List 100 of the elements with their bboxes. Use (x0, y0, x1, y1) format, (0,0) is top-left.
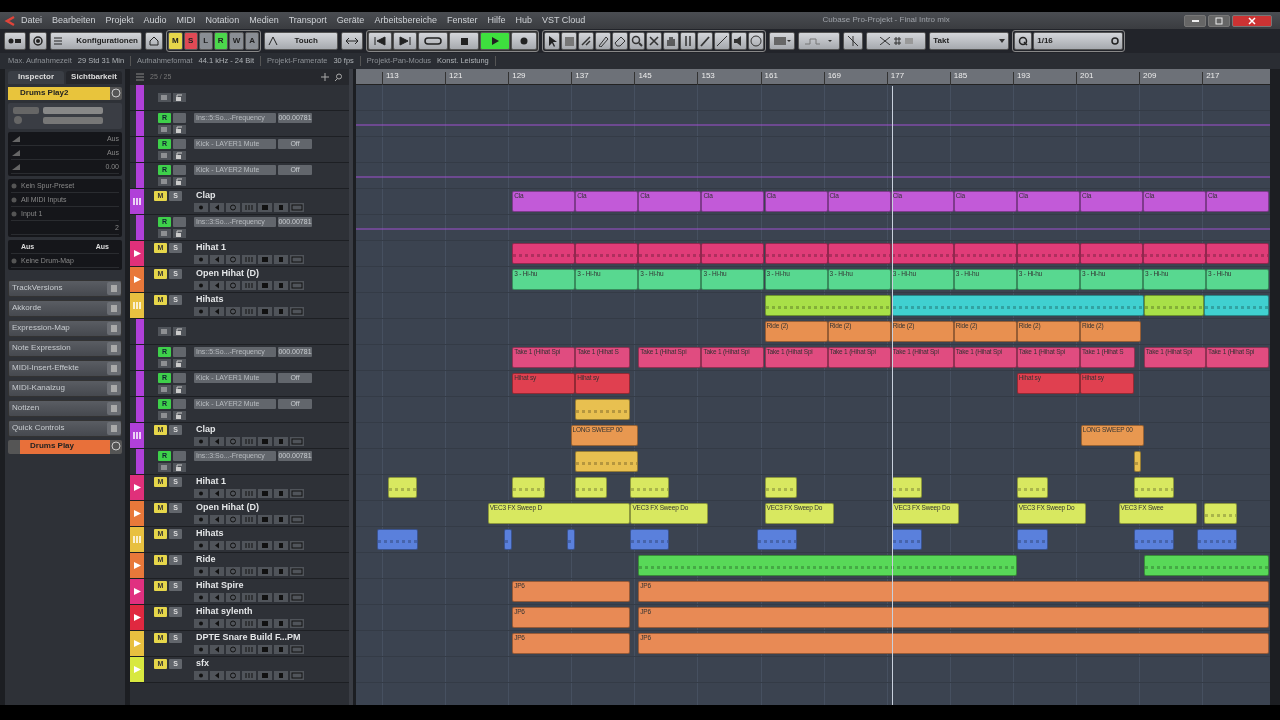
keyboard-icon[interactable] (242, 515, 256, 524)
record-enable-icon[interactable] (194, 541, 208, 550)
write-icon[interactable] (274, 593, 288, 602)
record-button[interactable] (511, 32, 538, 50)
edit-icon[interactable] (110, 88, 122, 99)
read-icon[interactable] (258, 515, 272, 524)
write-icon[interactable] (274, 619, 288, 628)
grid-button[interactable] (866, 32, 927, 50)
write-icon[interactable] (274, 645, 288, 654)
lanes-icon[interactable] (158, 359, 171, 368)
read-icon[interactable] (258, 307, 272, 316)
workspace-button[interactable] (145, 32, 163, 50)
menu-item[interactable]: Audio (138, 15, 172, 26)
write-icon[interactable] (274, 567, 288, 576)
snap-type-dropdown[interactable]: Takt (929, 32, 1010, 50)
keyboard-icon[interactable] (242, 489, 256, 498)
lanes-icon[interactable] (290, 437, 304, 446)
edit-icon[interactable] (110, 439, 122, 452)
lock-icon[interactable] (173, 359, 186, 368)
record-enable-icon[interactable] (194, 437, 208, 446)
cycle-button[interactable] (418, 32, 449, 50)
read-icon[interactable] (258, 671, 272, 680)
monitor-icon[interactable] (210, 255, 224, 264)
record-enable-icon[interactable] (194, 567, 208, 576)
lanes-icon[interactable] (290, 593, 304, 602)
stop-button[interactable] (449, 32, 480, 50)
color-button[interactable] (769, 32, 796, 50)
monitor-icon[interactable] (210, 281, 224, 290)
record-enable-icon[interactable] (194, 515, 208, 524)
lanes-icon[interactable] (290, 567, 304, 576)
monitor-icon[interactable] (210, 437, 224, 446)
eraser-tool-button[interactable] (612, 32, 629, 50)
monitor-icon[interactable] (210, 645, 224, 654)
menu-icon[interactable] (136, 73, 144, 81)
editor-button[interactable] (341, 32, 364, 50)
record-enable-icon[interactable] (194, 255, 208, 264)
lock-icon[interactable] (173, 229, 186, 238)
menu-item[interactable]: Transport (283, 15, 332, 26)
mode-button[interactable]: A (245, 32, 260, 50)
mode-button[interactable]: M (168, 32, 183, 50)
lock-icon[interactable] (173, 177, 186, 186)
lock-icon[interactable] (173, 125, 186, 134)
keyboard-icon[interactable] (242, 203, 256, 212)
menu-item[interactable]: Hub (510, 15, 537, 26)
record-mode-button[interactable] (4, 32, 26, 50)
read-icon[interactable] (258, 255, 272, 264)
lanes-icon[interactable] (290, 203, 304, 212)
menu-item[interactable]: Medien (244, 15, 284, 26)
monitor-icon[interactable] (210, 541, 224, 550)
keyboard-icon[interactable] (242, 541, 256, 550)
lanes-icon[interactable] (158, 229, 171, 238)
lanes-icon[interactable] (158, 327, 171, 336)
event-block[interactable] (764, 477, 797, 498)
keyboard-icon[interactable] (242, 671, 256, 680)
inspector-section[interactable]: MIDI-Kanalzug (8, 379, 122, 397)
lock-icon[interactable] (173, 151, 186, 160)
split-tool-button[interactable] (578, 32, 595, 50)
mute-tool-button[interactable] (646, 32, 663, 50)
configurations-dropdown[interactable]: Konfigurationen (50, 32, 142, 50)
speaker-tool-button[interactable] (731, 32, 748, 50)
monitor-icon[interactable] (210, 567, 224, 576)
read-icon[interactable] (258, 437, 272, 446)
event-block[interactable] (1016, 477, 1049, 498)
snap-button[interactable] (843, 32, 864, 50)
lanes-icon[interactable] (290, 281, 304, 290)
mode-button[interactable]: R (213, 32, 228, 50)
event-block[interactable] (387, 477, 418, 498)
read-icon[interactable] (258, 645, 272, 654)
record-enable-icon[interactable] (194, 489, 208, 498)
lanes-icon[interactable] (158, 93, 171, 102)
menu-item[interactable]: Datei (16, 15, 47, 26)
play-button[interactable] (480, 32, 511, 50)
lanes-icon[interactable] (158, 151, 171, 160)
menu-item[interactable]: Hilfe (482, 15, 511, 26)
write-icon[interactable] (274, 281, 288, 290)
keyboard-icon[interactable] (242, 281, 256, 290)
color-tool-button[interactable] (748, 32, 765, 50)
read-icon[interactable] (258, 567, 272, 576)
event-block[interactable] (630, 477, 670, 498)
monitor-icon[interactable] (210, 203, 224, 212)
record-enable-icon[interactable] (194, 671, 208, 680)
menu-item[interactable]: MIDI (171, 15, 201, 26)
keyboard-icon[interactable] (242, 437, 256, 446)
lanes-icon[interactable] (158, 385, 171, 394)
monitor-icon[interactable] (210, 593, 224, 602)
inspector-section[interactable]: Akkorde (8, 299, 122, 317)
event-block[interactable] (1134, 451, 1142, 472)
write-icon[interactable] (274, 255, 288, 264)
menu-item[interactable]: Fenster (441, 15, 483, 26)
inspector-section[interactable]: Notizen (8, 399, 122, 417)
mode-button[interactable]: W (228, 32, 245, 50)
lanes-icon[interactable] (290, 515, 304, 524)
menu-item[interactable]: VST Cloud (536, 15, 591, 26)
keyboard-icon[interactable] (242, 255, 256, 264)
lock-icon[interactable] (173, 327, 186, 336)
inspector-tab[interactable]: Sichtbarkeit (66, 71, 122, 84)
lanes-icon[interactable] (290, 619, 304, 628)
menu-item[interactable]: Arbeitsbereiche (369, 15, 442, 26)
pencil-tool-button[interactable] (697, 32, 714, 50)
inspector-section[interactable]: Quick Controls (8, 419, 122, 437)
